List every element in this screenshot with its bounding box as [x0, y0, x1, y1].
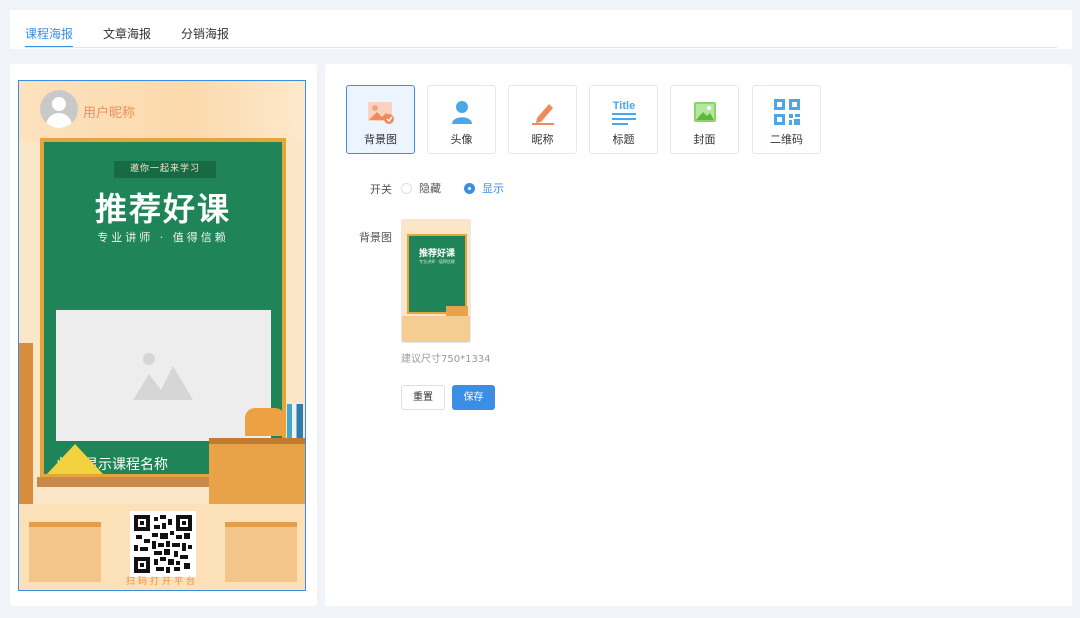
switch-label: 开关 — [370, 183, 392, 196]
tabs-divider — [25, 47, 1057, 48]
poster-qr-code — [130, 511, 196, 577]
poster-preview: 用户昵称 邀你一起来学习 推荐好课 专业讲师 · 值得信赖 此处显示课程名称 扫… — [18, 80, 306, 591]
radio-show[interactable]: 显示 — [464, 182, 504, 195]
decor-pillar — [19, 343, 33, 518]
decor-student-desk-left — [29, 522, 101, 582]
tool-label: 背景图 — [364, 133, 397, 146]
poster-type-tabs: 课程海报 文章海报 分销海报 — [10, 10, 1072, 49]
tool-label: 标题 — [612, 133, 635, 146]
poster-scan-text: 扫码打开平台 — [125, 577, 198, 587]
radio-hide[interactable]: 隐藏 — [401, 182, 441, 195]
thumb-chalkboard: 推荐好课 专业讲师 · 值得信赖 — [407, 234, 467, 314]
tool-label: 昵称 — [531, 133, 554, 146]
reset-button[interactable]: 重置 — [401, 385, 445, 410]
decor-student-desk-right — [225, 522, 297, 582]
tab-article-poster[interactable]: 文章海报 — [103, 10, 151, 48]
decor-books — [287, 404, 303, 440]
tool-nickname[interactable]: 昵称 — [508, 85, 577, 154]
save-button[interactable]: 保存 — [452, 385, 495, 410]
tool-title[interactable]: Title 标题 — [589, 85, 658, 154]
radio-label: 隐藏 — [419, 182, 441, 195]
image-placeholder-icon — [133, 353, 193, 400]
tool-avatar[interactable]: 头像 — [427, 85, 496, 154]
poster-preview-panel: 用户昵称 邀你一起来学习 推荐好课 专业讲师 · 值得信赖 此处显示课程名称 扫… — [10, 64, 317, 606]
decor-chair — [245, 408, 285, 436]
svg-text:Title: Title — [613, 100, 635, 112]
tool-background-image[interactable]: 背景图 — [346, 85, 415, 154]
tool-label: 封面 — [693, 133, 716, 146]
tool-qrcode[interactable]: 二维码 — [752, 85, 821, 154]
course-cover-placeholder — [56, 310, 271, 441]
tool-cover[interactable]: 封面 — [670, 85, 739, 154]
thumb-subtitle: 专业讲师 · 值得信赖 — [419, 259, 455, 264]
tool-label: 二维码 — [770, 133, 803, 146]
avatar — [40, 90, 78, 128]
poster-nickname: 用户昵称 — [83, 106, 136, 121]
size-hint: 建议尺寸750*1334 — [401, 354, 491, 365]
poster-invite-text: 邀你一起来学习 — [114, 161, 216, 178]
poster-subline: 专业讲师 · 值得信赖 — [97, 231, 229, 244]
tab-distribution-poster[interactable]: 分销海报 — [181, 10, 229, 48]
radio-dot — [401, 182, 412, 194]
decor-desk — [209, 438, 305, 508]
thumb-title: 推荐好课 — [418, 249, 455, 259]
cover-image-icon — [694, 102, 716, 122]
decor-triangle-ruler — [47, 444, 103, 474]
nickname-pen-icon — [532, 104, 554, 125]
poster-settings-panel: 背景图 头像 昵称 Title 标题 封面 二维码 开关 隐藏 显示 背景图 推… — [325, 64, 1072, 606]
qr-code-icon — [774, 99, 800, 125]
background-label: 背景图 — [359, 231, 392, 244]
radio-label: 显示 — [482, 182, 504, 195]
title-icon: Title — [612, 100, 636, 125]
tab-course-poster[interactable]: 课程海报 — [25, 10, 74, 48]
avatar-icon — [452, 101, 472, 124]
tab-list: 课程海报 文章海报 分销海报 — [25, 10, 229, 48]
radio-dot — [464, 182, 475, 194]
background-thumbnail[interactable]: 推荐好课 专业讲师 · 值得信赖 — [401, 219, 471, 343]
tool-label: 头像 — [450, 133, 473, 146]
qr-code-icon — [134, 515, 192, 573]
background-image-icon — [368, 102, 394, 124]
thumb-floor — [402, 316, 470, 342]
poster-headline: 推荐好课 — [94, 190, 231, 228]
